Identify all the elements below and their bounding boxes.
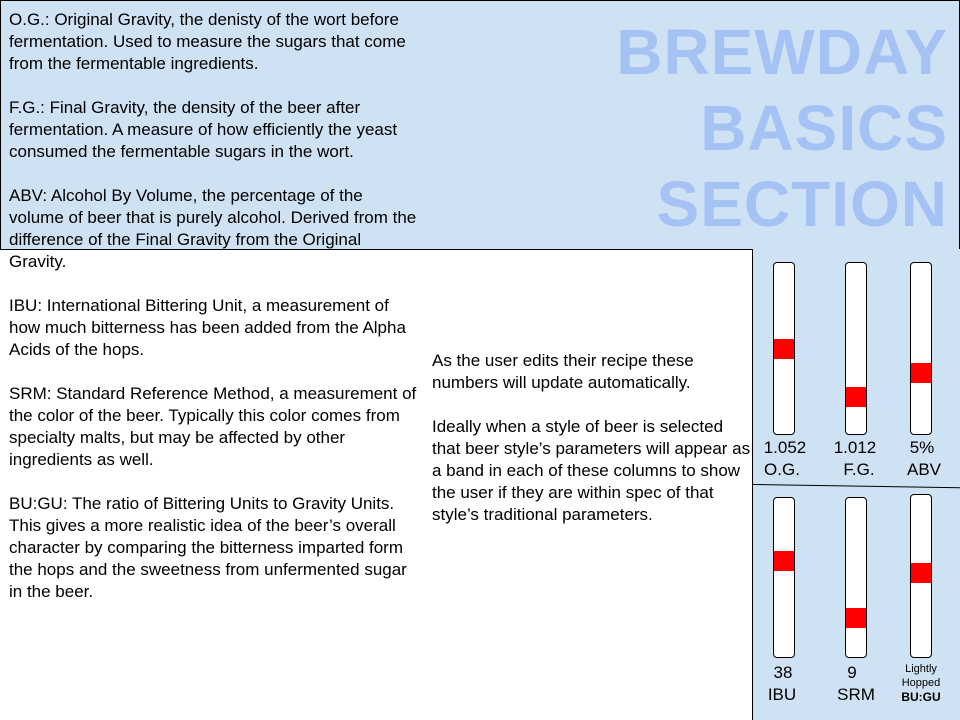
definitions-list: O.G.: Original Gravity, the denisty of t… — [9, 9, 419, 625]
bugu-label: BU:GU — [901, 690, 941, 704]
srm-value: 9 — [847, 663, 857, 682]
title-line-3: SECTION — [656, 168, 948, 240]
bugu-gauge-marker — [911, 563, 931, 583]
ibu-gauge — [773, 497, 795, 658]
definition-fg: F.G.: Final Gravity, the density of the … — [9, 98, 398, 161]
abv-gauge-marker — [911, 363, 931, 383]
og-gauge-marker — [774, 339, 794, 359]
definition-ibu: IBU: International Bittering Unit, a mea… — [9, 296, 406, 359]
bugu-value: Lightly Hopped — [901, 663, 941, 689]
definition-srm: SRM: Standard Reference Method, a measur… — [9, 384, 417, 469]
section-title: BREWDAY BASICS SECTION — [616, 14, 948, 242]
title-line-2: BASICS — [700, 92, 948, 164]
definition-og: O.G.: Original Gravity, the denisty of t… — [9, 10, 406, 73]
abv-value: 5% — [909, 438, 935, 457]
og-label: O.G. — [764, 460, 800, 479]
og-value: 1.052 — [763, 438, 807, 457]
srm-gauge-marker — [846, 608, 866, 628]
abv-gauge — [910, 262, 932, 435]
ibu-gauge-marker — [774, 551, 794, 571]
notes-text: As the user edits their recipe these num… — [432, 350, 752, 548]
note-style-band: Ideally when a style of beer is selected… — [432, 417, 751, 524]
og-gauge — [773, 262, 795, 435]
bugu-gauge — [910, 494, 932, 658]
ibu-value: 38 — [773, 663, 793, 682]
fg-value: 1.012 — [833, 438, 877, 457]
fg-label: F.G. — [843, 460, 875, 479]
definition-abv: ABV: Alcohol By Volume, the percentage o… — [9, 186, 417, 271]
fg-gauge-marker — [846, 387, 866, 407]
srm-label: SRM — [837, 685, 875, 704]
ibu-label: IBU — [767, 685, 797, 704]
abv-label: ABV — [906, 460, 942, 479]
definition-bugu: BU:GU: The ratio of Bittering Units to G… — [9, 494, 407, 601]
note-auto-update: As the user edits their recipe these num… — [432, 351, 694, 392]
fg-gauge — [845, 262, 867, 435]
srm-gauge — [845, 497, 867, 658]
title-line-1: BREWDAY — [616, 16, 948, 88]
